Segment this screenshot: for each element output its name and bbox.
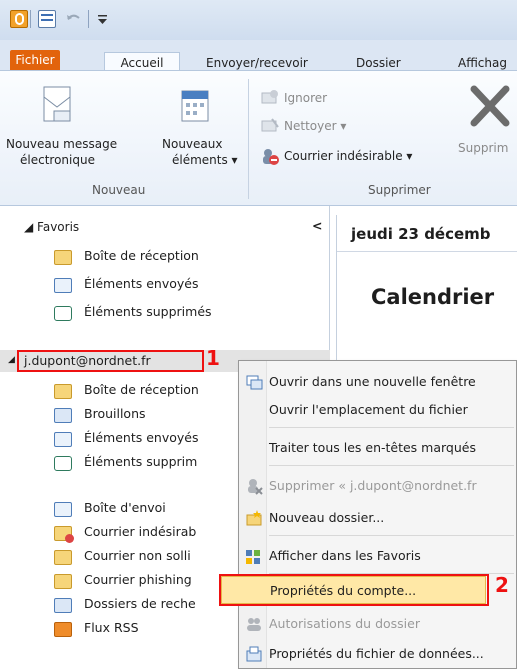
- sent-folder-icon: [54, 432, 72, 447]
- outbox-folder-icon: [54, 502, 72, 517]
- menu-item-delete-account[interactable]: Supprimer « j.dupont@nordnet.fr: [239, 471, 517, 501]
- menu-item-label: Afficher dans les Favoris: [269, 548, 421, 563]
- delete-button[interactable]: Supprim: [458, 141, 508, 155]
- annotation-number-2: 2: [495, 573, 509, 597]
- junk-folder-icon: [54, 526, 74, 543]
- folder-phishing[interactable]: Courrier phishing: [84, 572, 192, 587]
- menu-item-open-new-window[interactable]: Ouvrir dans une nouvelle fenêtre: [239, 367, 517, 397]
- group-separator: [248, 79, 249, 199]
- folder-outbox[interactable]: Boîte d'envoi: [84, 500, 166, 515]
- folder-drafts[interactable]: Brouillons: [84, 406, 146, 421]
- customize-dropdown-icon[interactable]: [94, 10, 112, 28]
- drafts-folder-icon: [54, 408, 72, 423]
- menu-item-label: Propriétés du fichier de données...: [269, 646, 484, 661]
- junk-mail-button[interactable]: Courrier indésirable ▾: [284, 149, 412, 163]
- menu-item-label: Ouvrir dans une nouvelle fenêtre: [269, 374, 476, 389]
- outlook-logo-icon[interactable]: [10, 10, 28, 28]
- context-menu: Ouvrir dans une nouvelle fenêtre Ouvrir …: [219, 360, 517, 669]
- new-message-label-1[interactable]: Nouveau message: [6, 137, 117, 151]
- undo-icon[interactable]: [64, 10, 82, 28]
- annotation-number-1: 1: [206, 346, 220, 370]
- ribbon-tabs: Fichier Accueil Envoyer/recevoir Dossier…: [0, 40, 517, 74]
- annotation-box-2: [219, 574, 489, 606]
- annotation-box-1: [17, 350, 204, 372]
- folder-rss[interactable]: Flux RSS: [84, 620, 139, 635]
- divider: [337, 251, 517, 252]
- delete-icon[interactable]: [468, 83, 516, 129]
- deleted-folder-icon: [54, 306, 72, 321]
- clean-up-icon: [260, 117, 280, 133]
- tab-fichier[interactable]: Fichier: [10, 50, 60, 70]
- permissions-icon: [245, 615, 263, 633]
- new-items-icon[interactable]: [178, 87, 214, 127]
- clean-up-button[interactable]: Nettoyer ▾: [284, 119, 346, 133]
- menu-item-show-in-favorites[interactable]: Afficher dans les Favoris: [239, 541, 517, 571]
- new-folder-icon: [245, 509, 263, 527]
- folder-unsolicited[interactable]: Courrier non solli: [84, 548, 191, 563]
- inbox-folder-icon: [54, 250, 72, 265]
- menu-item-label: Nouveau dossier...: [269, 510, 385, 525]
- ribbon: Nouveau message électronique Nouveaux él…: [0, 70, 517, 206]
- new-items-label-1[interactable]: Nouveaux: [162, 137, 222, 151]
- folder-deleted[interactable]: Éléments supprim: [84, 454, 197, 469]
- new-message-label-2[interactable]: électronique: [20, 153, 95, 167]
- rss-folder-icon: [54, 622, 72, 637]
- calendar-date: jeudi 23 décemb: [351, 225, 491, 243]
- group-label-supprimer: Supprimer: [368, 183, 431, 197]
- folder-icon: [54, 574, 72, 589]
- menu-item-label: Supprimer « j.dupont@nordnet.fr: [269, 478, 477, 493]
- menu-separator: [269, 535, 514, 536]
- menu-separator: [269, 465, 514, 466]
- menu-item-folder-permissions[interactable]: Autorisations du dossier: [239, 609, 517, 639]
- ignore-icon: [260, 89, 280, 105]
- new-items-label-2[interactable]: éléments ▾: [172, 153, 238, 167]
- menu-item-process-headers[interactable]: Traiter tous les en-têtes marqués: [239, 433, 517, 463]
- folder-search[interactable]: Dossiers de reche: [84, 596, 196, 611]
- menu-separator: [269, 427, 514, 428]
- send-receive-icon[interactable]: [38, 10, 56, 28]
- new-email-icon[interactable]: [40, 83, 76, 125]
- calendar-title: Calendrier: [371, 285, 495, 309]
- favorite-inbox[interactable]: Boîte de réception: [84, 248, 199, 263]
- search-folder-icon: [54, 598, 72, 613]
- sent-folder-icon: [54, 278, 72, 293]
- folder-inbox[interactable]: Boîte de réception: [84, 382, 199, 397]
- group-label-nouveau: Nouveau: [92, 183, 146, 197]
- folder-icon: [54, 550, 72, 565]
- menu-item-new-folder[interactable]: Nouveau dossier...: [239, 503, 517, 533]
- junk-mail-icon: [260, 147, 280, 165]
- menu-item-open-file-location[interactable]: Ouvrir l'emplacement du fichier: [239, 395, 517, 425]
- favorites-icon: [245, 547, 263, 565]
- menu-item-label: Autorisations du dossier: [269, 616, 420, 631]
- folder-sent[interactable]: Éléments envoyés: [84, 430, 199, 445]
- delete-account-icon: [245, 477, 263, 495]
- quick-access-toolbar: [0, 0, 517, 40]
- menu-item-data-file-properties[interactable]: Propriétés du fichier de données...: [239, 639, 517, 669]
- menu-item-label: Ouvrir l'emplacement du fichier: [269, 402, 468, 417]
- favorite-sent[interactable]: Éléments envoyés: [84, 276, 199, 291]
- ignore-button[interactable]: Ignorer: [284, 91, 327, 105]
- collapse-pane-button[interactable]: <: [312, 218, 322, 233]
- new-window-icon: [245, 373, 263, 391]
- deleted-folder-icon: [54, 456, 72, 471]
- menu-item-label: Traiter tous les en-têtes marqués: [269, 440, 476, 455]
- account-expand-arrow[interactable]: ◢: [8, 355, 15, 365]
- favorites-header[interactable]: ◢ Favoris: [24, 220, 79, 234]
- folder-junk[interactable]: Courrier indésirab: [84, 524, 196, 539]
- favorite-deleted[interactable]: Éléments supprimés: [84, 304, 212, 319]
- data-file-properties-icon: [245, 645, 263, 663]
- inbox-folder-icon: [54, 384, 72, 399]
